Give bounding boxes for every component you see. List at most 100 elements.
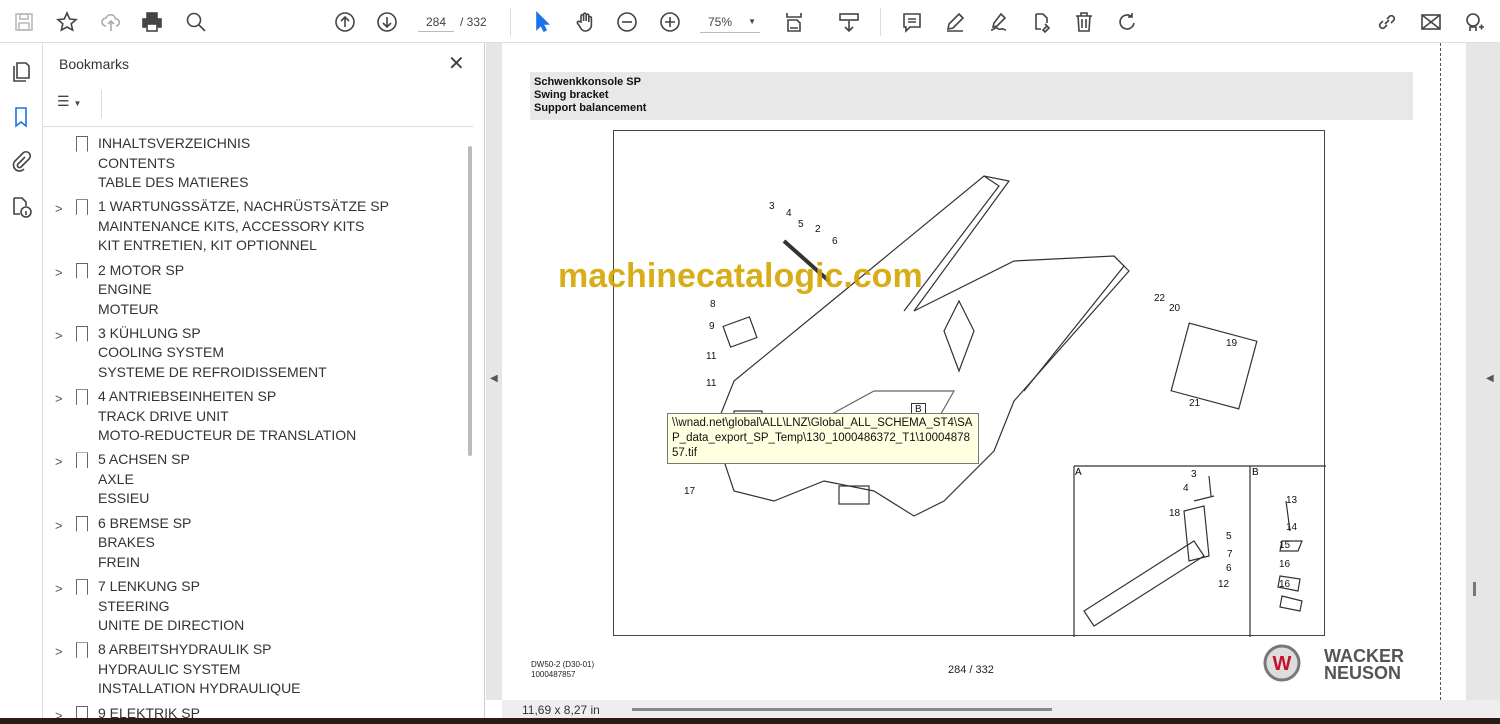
cloud-upload-icon[interactable] xyxy=(97,8,125,36)
page-down-icon[interactable] xyxy=(373,8,401,36)
document-number: 1000487857 xyxy=(531,670,576,679)
list-options-icon: ☰ xyxy=(57,93,70,109)
collapse-right-icon[interactable]: ◀ xyxy=(1486,373,1494,384)
rotate-icon[interactable] xyxy=(1113,8,1141,36)
model-text: DW50-2 (D30-01) xyxy=(531,660,595,669)
parts-drawing: 345268911111722201921AB34185761213141516… xyxy=(613,130,1326,637)
chevron-right-icon[interactable]: > xyxy=(55,201,63,216)
hand-icon[interactable] xyxy=(571,8,599,36)
bookmarks-title: Bookmarks xyxy=(59,56,130,72)
bookmark-flag-icon xyxy=(76,579,88,596)
scroll-mode-icon[interactable] xyxy=(835,8,863,36)
star-icon[interactable] xyxy=(53,8,81,36)
bookmark-icon[interactable] xyxy=(7,103,35,131)
chevron-right-icon[interactable]: > xyxy=(55,454,63,469)
bookmark-label: MOTO-REDUCTEUR DE TRANSLATION xyxy=(98,427,357,444)
bookmark-label: ENGINE xyxy=(98,281,152,298)
select-cursor-icon[interactable] xyxy=(528,8,556,36)
swing-bracket-drawing xyxy=(713,175,1326,637)
print-icon[interactable] xyxy=(138,8,166,36)
chevron-down-icon: ▼ xyxy=(73,99,82,108)
callout-number: 12 xyxy=(1218,579,1230,590)
callout-number: 3 xyxy=(1191,469,1197,480)
bookmark-label: HYDRAULIC SYSTEM xyxy=(98,660,241,677)
chevron-right-icon[interactable]: > xyxy=(55,328,63,343)
bookmark-item[interactable]: >7 LENKUNG SP STEERING UNITE DE DIRECTION xyxy=(43,577,468,640)
document-info-icon[interactable] xyxy=(7,193,35,221)
callout-number: 4 xyxy=(1183,483,1189,494)
pdf-page: Schwenkkonsole SP Swing bracket Support … xyxy=(502,43,1466,700)
bookmarks-panel: Bookmarks ✕ ☰ ▼ INHALTSVERZEICHNIS CONTEN… xyxy=(43,43,485,723)
bookmark-item[interactable]: >6 BREMSE SP BRAKES FREIN xyxy=(43,514,468,577)
chevron-right-icon[interactable]: > xyxy=(55,518,63,533)
bookmark-label: ESSIEU xyxy=(98,490,150,507)
bookmark-label: CONTENTS xyxy=(98,154,175,171)
link-icon[interactable] xyxy=(1373,8,1401,36)
bookmark-item[interactable]: INHALTSVERZEICHNIS CONTENTS TABLE DES MATI… xyxy=(43,134,468,197)
bookmark-item[interactable]: >1 WARTUNGSSÄTZE, NACHRÜSTSÄTZE SP MAINTE… xyxy=(43,197,468,260)
page-up-icon[interactable] xyxy=(331,8,359,36)
bookmark-options-button[interactable]: ☰ ▼ xyxy=(57,93,81,110)
callout-number: 9 xyxy=(709,321,715,332)
bookmark-label: 2 MOTOR SP xyxy=(98,261,185,278)
search-zoom-icon[interactable] xyxy=(182,8,210,36)
page-number-input[interactable]: 284 xyxy=(418,12,454,32)
bookmark-flag-icon xyxy=(76,199,88,216)
fit-page-icon[interactable] xyxy=(780,8,808,36)
callout-number: 7 xyxy=(1227,549,1233,560)
document-viewer: ◀ Schwenkkonsole SP Swing bracket Suppor… xyxy=(486,43,1500,700)
tooltip: \\wnad.net\global\ALL\LNZ\Global_ALL_SCH… xyxy=(667,413,979,464)
close-icon[interactable]: ✕ xyxy=(448,51,465,76)
horizontal-scrollbar[interactable] xyxy=(632,708,1052,711)
bookmark-label: 3 KÜHLUNG SP xyxy=(98,324,201,341)
delete-icon[interactable] xyxy=(1070,8,1098,36)
email-icon[interactable] xyxy=(1417,8,1445,36)
zoom-in-icon[interactable] xyxy=(656,8,684,36)
chevron-right-icon[interactable]: > xyxy=(55,644,63,659)
bookmark-item[interactable]: >3 KÜHLUNG SP COOLING SYSTEM SYSTEME DE RE… xyxy=(43,324,468,387)
comment-icon[interactable] xyxy=(898,8,926,36)
collapse-left-icon[interactable]: ◀ xyxy=(490,373,498,384)
callout-number: 20 xyxy=(1169,303,1181,314)
callout-number: 15 xyxy=(1279,540,1291,551)
chevron-right-icon[interactable]: > xyxy=(55,265,63,280)
callout-number: 6 xyxy=(832,236,838,247)
bookmark-flag-icon xyxy=(76,515,88,532)
header-fr: Support balancement xyxy=(534,102,647,114)
save-icon[interactable] xyxy=(10,8,38,36)
callout-number: 3 xyxy=(769,201,775,212)
add-user-icon[interactable] xyxy=(1460,8,1488,36)
callout-number: 11 xyxy=(706,378,717,389)
bookmark-label: STEERING xyxy=(98,597,170,614)
zoom-out-icon[interactable] xyxy=(613,8,641,36)
vertical-scrollbar[interactable] xyxy=(1473,582,1476,596)
bookmark-flag-icon xyxy=(76,136,88,152)
zoom-select[interactable]: 75% ▼ xyxy=(700,12,760,33)
bookmark-flag-icon xyxy=(76,389,88,406)
bookmark-label: MAINTENANCE KITS, ACCESSORY KITS xyxy=(98,217,365,234)
callout-number: 11 xyxy=(706,351,717,362)
divider xyxy=(43,126,473,127)
bookmark-item[interactable]: >8 ARBEITSHYDRAULIK SP HYDRAULIC SYSTEM IN… xyxy=(43,640,468,703)
highlight-icon[interactable] xyxy=(941,8,969,36)
header-de: Schwenkkonsole SP xyxy=(534,76,641,88)
chevron-right-icon[interactable]: > xyxy=(55,391,63,406)
pages-thumbnail-icon[interactable] xyxy=(7,58,35,86)
bookmarks-scrollbar[interactable] xyxy=(468,146,472,456)
inset-label-a: A xyxy=(1075,467,1082,478)
bookmark-flag-icon xyxy=(76,452,88,469)
edit-pdf-icon[interactable] xyxy=(1027,8,1055,36)
callout-number: 19 xyxy=(1226,338,1238,349)
bookmark-item[interactable]: >5 ACHSEN SP AXLE ESSIEU xyxy=(43,450,468,513)
callout-number: 17 xyxy=(684,486,696,497)
page-header: Schwenkkonsole SP Swing bracket Support … xyxy=(530,72,1413,120)
attachment-icon[interactable] xyxy=(7,147,35,175)
bookmark-label: AXLE xyxy=(98,470,134,487)
bookmark-label: 4 ANTRIEBSEINHEITEN SP xyxy=(98,388,277,405)
chevron-right-icon[interactable]: > xyxy=(55,581,63,596)
bookmark-item[interactable]: >2 MOTOR SP ENGINE MOTEUR xyxy=(43,261,468,324)
bookmark-item[interactable]: >4 ANTRIEBSEINHEITEN SP TRACK DRIVE UNIT M… xyxy=(43,387,468,450)
sign-icon[interactable] xyxy=(984,8,1012,36)
bookmark-label: 6 BREMSE SP xyxy=(98,514,192,531)
callout-number: 22 xyxy=(1154,293,1166,304)
